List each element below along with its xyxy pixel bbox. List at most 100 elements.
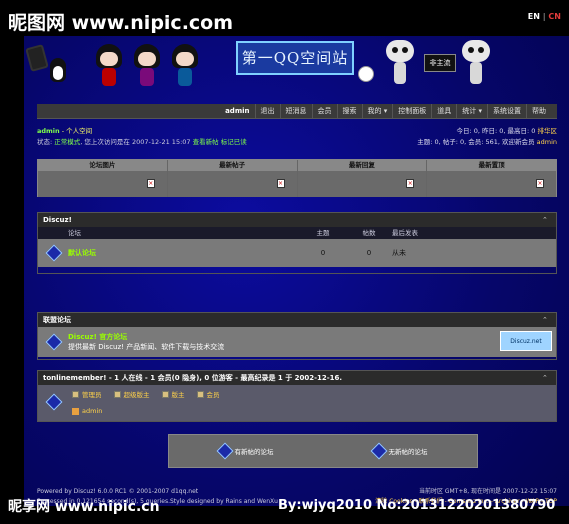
watermark-bottom: 昵享网 www.nipic.cn — [8, 499, 160, 515]
site-logo[interactable]: 第一QQ空间站 — [236, 41, 354, 75]
nav-item[interactable]: 帮助 — [526, 104, 551, 119]
collapse-icon[interactable]: ⌃ — [542, 316, 550, 324]
legend-new-posts: 有新帖的论坛 — [216, 442, 274, 460]
legend-mod: 版主 — [161, 389, 185, 399]
forum-stats: 主题: 0, 帖子: 0, 会员: 561, 欢迎新会员 — [417, 138, 537, 146]
forum-legend-box: 有新帖的论坛 无新帖的论坛 — [168, 434, 478, 468]
rank-link[interactable]: 排华区 — [538, 127, 558, 135]
col-posts: 帖数 — [362, 229, 376, 237]
broken-image-icon: × — [276, 179, 285, 188]
ball-icon — [358, 66, 374, 82]
forum-row[interactable]: 默认论坛 0 0 从未 — [38, 239, 556, 267]
online-body: 管理员 超级版主 版主 会员 admin — [38, 385, 556, 421]
header-banner: 第一QQ空间站 非主流 — [24, 36, 569, 92]
partner-logo[interactable]: Discuz.net — [500, 331, 552, 351]
last-visit: , 您上次访问是在 2007-12-21 15:07 — [80, 138, 193, 146]
personal-space-link[interactable]: - 个人空间 — [60, 127, 92, 135]
partner-desc: 提供最新 Discuz! 产品新闻、软件下载与技术交流 — [68, 343, 225, 351]
quad-header-new-replies: 最新回复 — [298, 160, 428, 171]
forum-status-icon — [45, 333, 63, 351]
no-new-posts-icon — [370, 442, 387, 460]
col-last-post: 最后发表 — [392, 229, 418, 237]
top-bar: 昵图网 www.nipic.com EN | CN — [0, 0, 569, 36]
quad-cell: × — [427, 171, 556, 197]
quad-panel: 论坛图片 最新帖子 最新回复 最新置顶 × × × × — [37, 159, 557, 197]
forum-table-header: 论坛 主题 帖数 最后发表 — [38, 227, 556, 239]
member-icon — [196, 390, 204, 398]
robot-figure — [386, 40, 414, 88]
status-label: 状态: — [37, 138, 55, 146]
nav-item[interactable]: 控制面板 — [392, 104, 431, 119]
online-title: tonlinemember! - 1 人在线 - 1 会员(0 隐身), 0 位… — [43, 374, 343, 382]
quad-header-images: 论坛图片 — [38, 160, 168, 171]
user-icon — [72, 407, 79, 415]
nav-item[interactable]: 退出 — [254, 104, 280, 119]
collapse-icon[interactable]: ⌃ — [542, 374, 550, 382]
watermark-byline: By:wjyq2010 No:20131220201380790 — [278, 498, 556, 513]
screenshot-frame: 昵图网 www.nipic.com EN | CN 第一QQ空间站 非主流 ad… — [0, 0, 569, 524]
status-mode[interactable]: 正常模式 — [54, 138, 80, 146]
lang-separator: | — [542, 12, 546, 21]
col-topics: 主题 — [316, 229, 330, 237]
nav-item[interactable]: 会员 — [311, 104, 337, 119]
quad-cell: × — [167, 171, 298, 197]
nav-item[interactable]: 搜索 — [336, 104, 362, 119]
partner-name[interactable]: Discuz! 官方论坛 — [68, 332, 224, 342]
today-stats: 今日: 0, 昨日: 0, 最高日: 0 — [456, 127, 538, 135]
view-new-link[interactable]: 查看新帖 — [193, 138, 219, 146]
penguin-icon — [50, 58, 66, 82]
broken-image-icon: × — [536, 179, 544, 188]
nav-item[interactable]: 道具 — [431, 104, 456, 119]
quad-cell: × — [38, 171, 168, 197]
forum-category-discuz: Discuz! ⌃ 论坛 主题 帖数 最后发表 默认论坛 0 0 从未 — [37, 212, 557, 274]
admin-icon — [72, 390, 79, 398]
nav-item[interactable]: 我的 ▾ — [361, 104, 393, 119]
main-nav: admin 退出 短消息 会员 搜索 我的 ▾ 控制面板 道具 统计 ▾ 系统设置 帮助 — [37, 104, 557, 119]
new-member-link[interactable]: admin — [537, 138, 557, 146]
lang-en[interactable]: EN — [528, 12, 540, 21]
quad-cell: × — [297, 171, 428, 197]
site-title: 第一QQ空间站 — [241, 49, 349, 67]
quad-header-sticky: 最新置顶 — [478, 161, 505, 169]
doll-figure — [172, 44, 198, 88]
nav-item[interactable]: 统计 ▾ — [456, 104, 487, 119]
forum-status-icon — [45, 244, 63, 262]
footer-time: 当前时区 GMT+8, 现在时间是 2007-12-22 15:07 — [418, 488, 557, 495]
sign-board: 非主流 — [424, 54, 456, 72]
username-link[interactable]: admin — [37, 127, 60, 135]
legend-super-mod: 超级版主 — [113, 389, 150, 399]
forum-page: 第一QQ空间站 非主流 admin 退出 短消息 会员 搜索 我的 ▾ 控制面板 道具 统计 ▾… — [24, 36, 569, 506]
partner-row[interactable]: Discuz! 官方论坛 提供最新 Discuz! 产品新闻、软件下载与技术交流… — [38, 327, 556, 357]
forum-name[interactable]: 默认论坛 — [68, 248, 300, 258]
legend-admin: 管理员 — [72, 389, 102, 399]
online-user[interactable]: admin — [72, 407, 102, 415]
lang-cn[interactable]: CN — [548, 12, 561, 21]
legend-member: 会员 — [196, 389, 220, 399]
forum-topics: 0 — [320, 249, 326, 257]
forum-last-post: 从未 — [392, 249, 406, 257]
doll-figure — [96, 44, 122, 88]
col-forum: 论坛 — [68, 229, 81, 237]
supermod-icon — [113, 390, 121, 398]
nav-item[interactable]: 系统设置 — [487, 104, 526, 119]
broken-image-icon: × — [406, 179, 415, 188]
online-icon — [45, 393, 63, 411]
new-posts-icon — [216, 442, 233, 460]
category-title[interactable]: Discuz! — [43, 213, 72, 227]
forum-posts: 0 — [366, 249, 372, 257]
legend-no-new-posts: 无新帖的论坛 — [370, 442, 428, 460]
partner-title: 联盟论坛 — [43, 316, 71, 324]
online-members: tonlinemember! - 1 人在线 - 1 会员(0 隐身), 0 位… — [37, 370, 557, 422]
broken-image-icon: × — [146, 179, 155, 188]
nav-item[interactable]: admin — [220, 104, 254, 119]
nav-item[interactable]: 短消息 — [279, 104, 312, 119]
watermark-top: 昵图网 www.nipic.com — [8, 12, 234, 34]
mod-icon — [161, 390, 169, 398]
collapse-icon[interactable]: ⌃ — [542, 216, 550, 224]
robot-figure — [462, 40, 490, 88]
language-switch[interactable]: EN | CN — [528, 12, 561, 21]
user-info: admin - 个人空间 状态: 正常模式, 您上次访问是在 2007-12-2… — [37, 126, 557, 148]
quad-header-new-posts: 最新帖子 — [168, 160, 298, 171]
monitor-icon — [25, 44, 49, 72]
mark-read-link[interactable]: 标记已读 — [221, 138, 247, 146]
